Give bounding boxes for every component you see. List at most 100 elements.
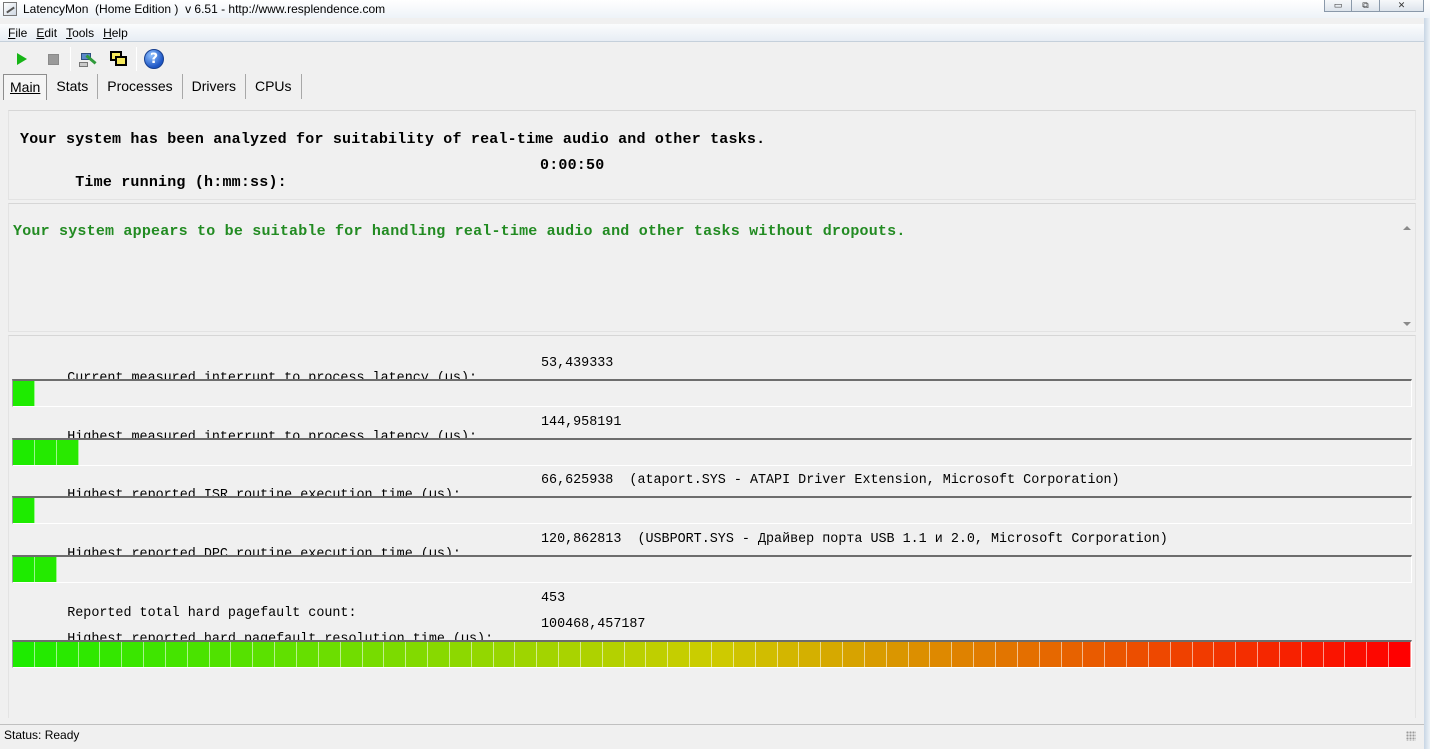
menu-tools[interactable]: Tools [66,26,94,40]
tab-drivers[interactable]: Drivers [183,74,246,99]
meter-segment [100,642,123,667]
meter-segment [668,642,691,667]
meter-segment [1389,642,1411,667]
meter-segment [515,642,538,667]
tools-icon [79,50,97,68]
tab-stats[interactable]: Stats [47,74,99,99]
tab-label: Processes [107,78,173,94]
minimize-button[interactable]: ▭ [1324,0,1352,12]
metric-value: 100468,457187 [541,617,646,632]
meter-pagefault-time [12,640,1412,668]
meter-segment [1214,642,1237,667]
meter-segment [384,642,407,667]
meter-segment [1367,642,1390,667]
meter-segment [864,642,887,667]
app-icon [3,2,17,16]
meter-segment [712,642,734,667]
windows-button[interactable] [107,47,131,71]
close-button[interactable]: ✕ [1380,0,1424,12]
meter-segment [799,642,822,667]
title-bar[interactable]: LatencyMon (Home Edition ) v 6.51 - http… [0,0,1430,18]
tab-main[interactable]: Main [3,74,48,100]
meter-segment [1236,642,1259,667]
status-text: Status: Ready [4,728,80,742]
metric-detail: (USBPORT.SYS - Драйвер порта USB 1.1 и 2… [637,532,1168,547]
meter-segment [13,557,35,582]
meter-segment [1127,642,1149,667]
meter-segment [1258,642,1280,667]
meter-segment [318,642,341,667]
summary-panel: Your system has been analyzed for suitab… [8,110,1416,200]
meter-segment [449,642,472,667]
menu-help[interactable]: Help [103,26,128,40]
meter-segment [777,642,800,667]
meter-segment [1279,642,1302,667]
meter-segment [165,642,188,667]
meter-segment [13,642,35,667]
meter-dpc-time [12,555,1412,583]
meter-segment [471,642,494,667]
meter-segment [231,642,254,667]
metric-value: 144,958191 [541,415,622,430]
stop-monitoring-button[interactable] [41,47,65,71]
meter-segment [952,642,975,667]
meter-segment [56,642,79,667]
meter-segment [122,642,145,667]
scroll-down-icon[interactable] [1403,322,1411,326]
scroll-up-icon[interactable] [1403,226,1411,230]
tools-button[interactable] [76,47,100,71]
meter-segment [602,642,625,667]
toolbar-separator [70,47,71,71]
menu-bar: File Edit Tools Help [0,24,1424,42]
tab-label: Stats [56,78,89,94]
time-running-label: Time running (h:mm:ss): [75,174,287,191]
verdict-panel[interactable]: Your system appears to be suitable for h… [8,203,1416,332]
meter-segment [646,642,669,667]
meter-segment [13,381,35,406]
metric-value: 120,862813 [541,532,622,547]
meter-segment [406,642,429,667]
meter-segment [78,642,101,667]
tab-label: Main [10,79,41,95]
meter-segment [253,642,276,667]
meter-segment [1017,642,1040,667]
start-monitoring-button[interactable] [10,47,34,71]
meter-segment [908,642,931,667]
toolbar-separator [136,47,137,71]
meter-segment [821,642,844,667]
resize-grip-icon[interactable] [1406,731,1416,741]
play-icon [17,53,27,65]
meter-segment [886,642,909,667]
verdict-scrollbar[interactable] [1400,220,1414,330]
meter-highest-latency [12,438,1412,466]
metrics-panel: Current measured interrupt to process la… [8,335,1416,718]
menu-file[interactable]: File [8,26,27,40]
tab-label: Drivers [191,78,236,94]
help-button[interactable]: ? [142,47,166,71]
meter-current-latency [12,379,1412,407]
meter-segment [340,642,363,667]
window-controls: ▭ ⧉ ✕ [1324,0,1424,12]
stop-icon [47,53,59,65]
meter-segment [1345,642,1368,667]
toolbar: ? [0,44,1424,74]
meter-segment [493,642,516,667]
menu-edit[interactable]: Edit [36,26,57,40]
meter-segment [13,498,35,523]
tab-label: CPUs [254,78,292,94]
metric-value: 53,439333 [541,356,614,371]
latencymon-window: LatencyMon (Home Edition ) v 6.51 - http… [0,0,1430,749]
meter-segment [1105,642,1128,667]
meter-segment [974,642,996,667]
meter-segment [1192,642,1215,667]
tab-processes[interactable]: Processes [98,74,183,99]
window-title: LatencyMon (Home Edition ) v 6.51 - http… [23,2,386,16]
meter-segment [1039,642,1062,667]
meter-segment [930,642,953,667]
window-frame-edge [1424,18,1430,749]
meter-segment [559,642,581,667]
meter-segment [1083,642,1106,667]
restore-button[interactable]: ⧉ [1352,0,1380,12]
meter-segment [1061,642,1084,667]
tab-cpus[interactable]: CPUs [246,74,302,99]
